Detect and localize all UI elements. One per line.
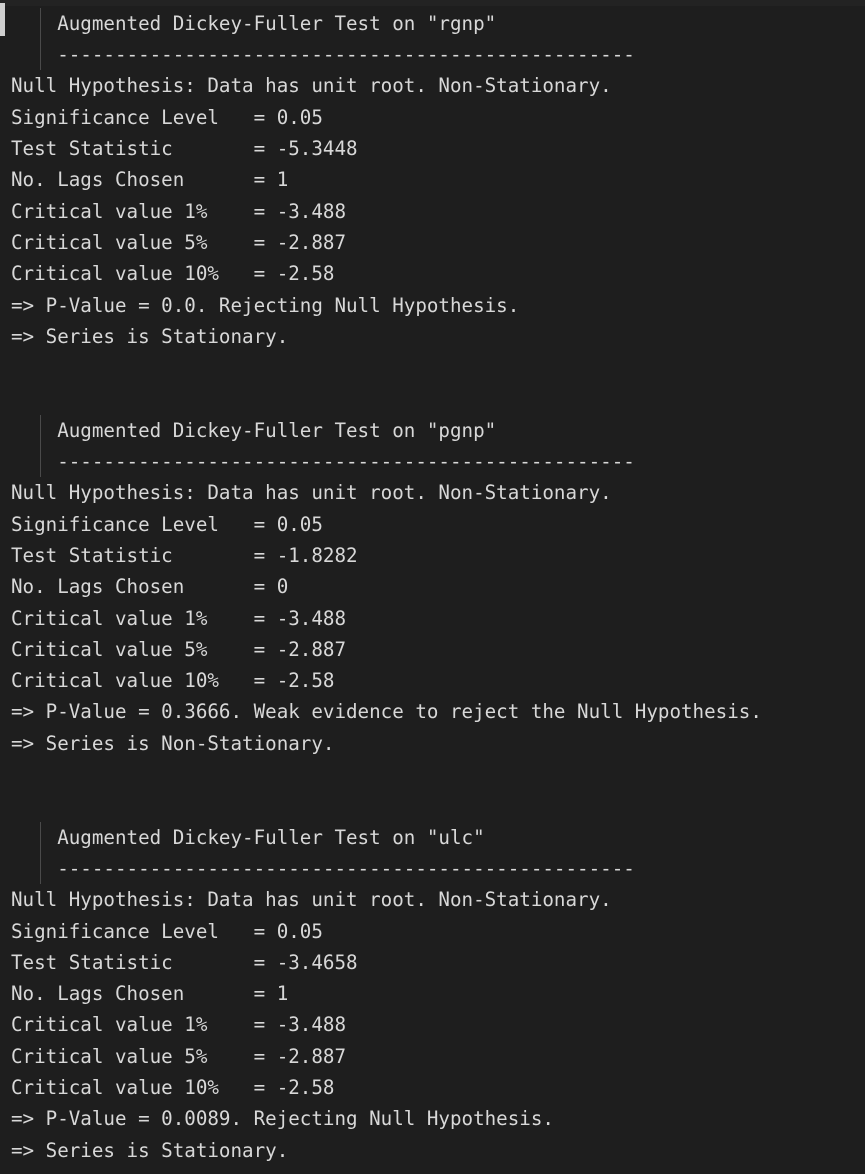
output-line: Augmented Dickey-Fuller Test on "rgnp" bbox=[11, 11, 497, 35]
output-blank-line bbox=[0, 352, 865, 383]
output-line: ----------------------------------------… bbox=[11, 856, 635, 880]
indent-guide bbox=[40, 821, 41, 885]
output-line: Critical value 10% = -2.58 bbox=[11, 1076, 335, 1099]
output-blank-line bbox=[0, 0, 865, 8]
output-line: => P-Value = 0.3666. Weak evidence to re… bbox=[11, 700, 762, 724]
output-line: ----------------------------------------… bbox=[11, 43, 635, 67]
output-line: Null Hypothesis: Data has unit root. Non… bbox=[11, 888, 612, 912]
output-blank-line bbox=[0, 790, 865, 821]
output-line: Critical value 5% = -2.887 bbox=[11, 637, 347, 661]
output-blank-line bbox=[0, 759, 865, 790]
output-line: Critical value 1% = -3.488 bbox=[11, 199, 347, 223]
output-line: => P-Value = 0.0. Rejecting Null Hypothe… bbox=[11, 293, 520, 317]
indent-guide bbox=[40, 7, 41, 71]
output-line: Critical value 5% = -2.887 bbox=[11, 1044, 347, 1068]
indent-guide bbox=[40, 414, 41, 478]
output-line: Critical value 10% = -2.58 bbox=[11, 669, 335, 693]
output-line: Critical value 1% = -3.488 bbox=[11, 1013, 347, 1037]
output-line: Test Statistic = -3.4658 bbox=[11, 950, 358, 974]
output-line: Augmented Dickey-Fuller Test on "pgnp" bbox=[11, 418, 497, 442]
output-line: Significance Level = 0.05 bbox=[11, 512, 323, 536]
output-blank-line bbox=[0, 383, 865, 414]
output-line: => Series is Stationary. bbox=[11, 324, 289, 348]
output-line: Test Statistic = -1.8282 bbox=[11, 543, 358, 567]
output-line: Critical value 5% = -2.887 bbox=[11, 230, 347, 254]
output-line: => P-Value = 0.0089. Rejecting Null Hypo… bbox=[11, 1107, 554, 1131]
output-line: Critical value 1% = -3.488 bbox=[11, 606, 347, 630]
output-line: => Series is Stationary. bbox=[11, 1138, 289, 1162]
output-line: No. Lags Chosen = 0 bbox=[11, 575, 289, 599]
output-line: => Series is Non-Stationary. bbox=[11, 731, 335, 755]
output-line: Null Hypothesis: Data has unit root. Non… bbox=[11, 74, 612, 98]
output-line: Augmented Dickey-Fuller Test on "ulc" bbox=[11, 825, 485, 849]
output-line: ----------------------------------------… bbox=[11, 450, 635, 473]
output-line: Test Statistic = -5.3448 bbox=[11, 137, 358, 160]
output-line: No. Lags Chosen = 1 bbox=[11, 982, 289, 1006]
output-line: No. Lags Chosen = 1 bbox=[11, 168, 289, 192]
output-line: Significance Level = 0.05 bbox=[11, 919, 323, 943]
output-line: Significance Level = 0.05 bbox=[11, 105, 323, 129]
output-line: Null Hypothesis: Data has unit root. Non… bbox=[11, 481, 612, 505]
output-line: Critical value 10% = -2.58 bbox=[11, 262, 335, 286]
console-output-pane[interactable]: Augmented Dickey-Fuller Test on "rgnp" -… bbox=[0, 0, 865, 1174]
